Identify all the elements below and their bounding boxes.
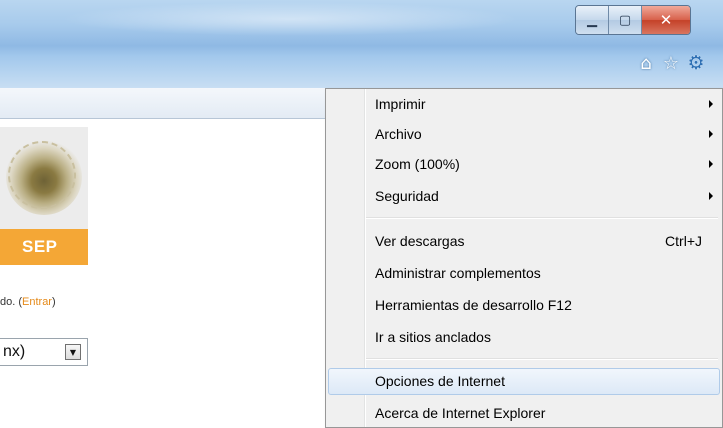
menu-item-label: Imprimir (375, 96, 426, 112)
menu-item-sitios-anclados[interactable]: Ir a sitios anclados (328, 324, 720, 351)
menu-item-label: Administrar complementos (375, 265, 541, 281)
close-button[interactable]: ✕ (642, 6, 690, 34)
login-prompt: do. (Entrar) (0, 296, 56, 308)
menu-separator (366, 217, 718, 219)
menu-item-acerca-ie[interactable]: Acerca de Internet Explorer (328, 400, 720, 427)
seal-ring (8, 141, 76, 209)
menu-separator (366, 358, 718, 360)
home-icon[interactable]: ⌂ (636, 52, 656, 74)
menu-item-administrar-complementos[interactable]: Administrar complementos (328, 260, 720, 287)
favorites-star-icon[interactable]: ☆ (661, 52, 681, 74)
menu-item-label: Zoom (100%) (375, 156, 460, 172)
language-select[interactable]: nx) ▼ (0, 338, 88, 366)
menu-item-archivo[interactable]: Archivo (328, 121, 720, 148)
tools-gear-icon[interactable]: ⚙ (686, 52, 706, 74)
login-prefix: do. ( (0, 296, 23, 308)
minimize-button[interactable]: ▁ (576, 6, 609, 34)
menu-item-herramientas-desarrollo[interactable]: Herramientas de desarrollo F12 (328, 292, 720, 319)
menu-item-label: Ir a sitios anclados (375, 329, 491, 345)
menu-item-label: Acerca de Internet Explorer (375, 405, 546, 421)
menu-item-ver-descargas[interactable]: Ver descargas Ctrl+J (328, 228, 720, 255)
login-link[interactable]: Entrar (22, 296, 52, 308)
browser-toolbar: ⌂ ☆ ⚙ (636, 52, 706, 74)
tools-dropdown-menu: Imprimir Archivo Zoom (100%) Seguridad V… (325, 88, 723, 428)
menu-item-imprimir[interactable]: Imprimir (328, 91, 720, 118)
window-titlebar: ▁ ▢ ✕ ⌂ ☆ ⚙ (0, 0, 723, 88)
sep-logo-text: SEP (22, 237, 58, 256)
menu-item-label: Opciones de Internet (375, 373, 505, 389)
window-controls: ▁ ▢ ✕ (575, 5, 691, 35)
titlebar-glow (60, 2, 520, 36)
submenu-arrow-icon (709, 192, 713, 200)
maximize-icon: ▢ (618, 12, 632, 28)
menu-item-shortcut: Ctrl+J (665, 233, 702, 249)
menu-item-label: Archivo (375, 126, 422, 142)
login-suffix: ) (51, 296, 56, 308)
maximize-button[interactable]: ▢ (609, 6, 642, 34)
menu-item-label: Ver descargas (375, 233, 465, 249)
menu-item-label: Seguridad (375, 188, 439, 204)
close-icon: ✕ (659, 11, 673, 29)
menu-item-opciones-internet[interactable]: Opciones de Internet (328, 368, 720, 395)
submenu-arrow-icon (709, 100, 713, 108)
submenu-arrow-icon (709, 130, 713, 138)
chevron-down-icon[interactable]: ▼ (65, 344, 81, 360)
submenu-arrow-icon (709, 160, 713, 168)
minimize-icon: ▁ (587, 12, 597, 28)
language-select-value: nx) (3, 343, 26, 360)
menu-item-seguridad[interactable]: Seguridad (328, 183, 720, 210)
sep-logo-area (0, 127, 88, 229)
menu-item-zoom[interactable]: Zoom (100%) (328, 151, 720, 178)
menu-item-label: Herramientas de desarrollo F12 (375, 297, 572, 313)
